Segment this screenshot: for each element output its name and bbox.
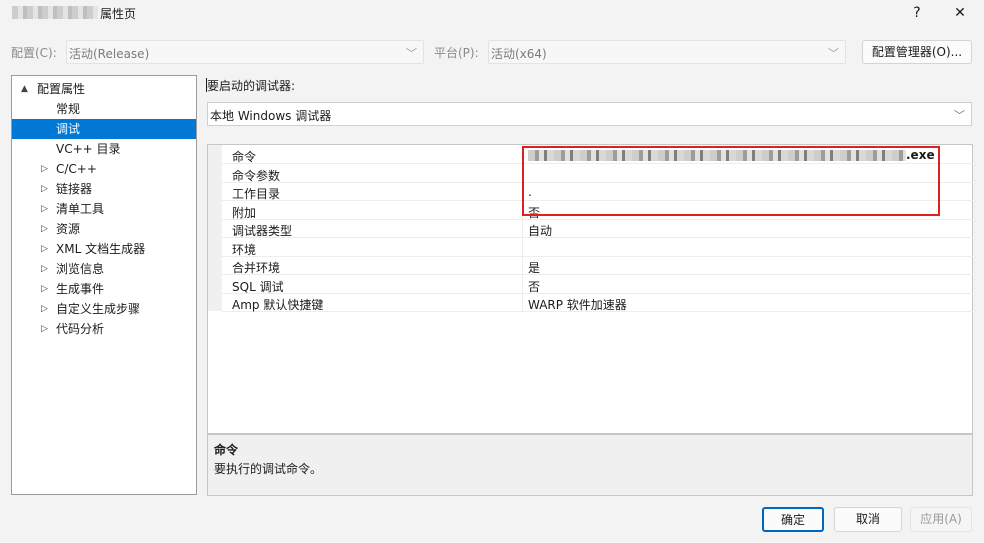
collapsed-arrow-icon[interactable]: ▷ <box>41 159 48 179</box>
property-name: 命令参数 <box>232 168 281 183</box>
platform-select-value: 活动(x64) <box>491 47 547 61</box>
property-row[interactable]: Amp 默认快捷键 WARP 软件加速器 <box>222 294 973 312</box>
tree-item-label: XML 文档生成器 <box>56 242 146 256</box>
title-bar: 属性页 ? ✕ <box>0 0 984 26</box>
apply-button[interactable]: 应用(A) <box>910 507 972 532</box>
tree-item[interactable]: 常规 <box>12 99 196 119</box>
close-button[interactable]: ✕ <box>940 2 980 24</box>
tree-root-label: 配置属性 <box>37 82 86 96</box>
property-name: 调试器类型 <box>232 224 293 238</box>
property-value[interactable]: 是 <box>528 259 540 276</box>
tree-item[interactable]: ▷ C/C++ <box>12 159 196 179</box>
tree-item-label: 调试 <box>56 122 81 136</box>
collapsed-arrow-icon[interactable]: ▷ <box>41 179 48 199</box>
collapsed-arrow-icon[interactable]: ▷ <box>41 299 48 319</box>
description-title: 命令 <box>214 443 239 457</box>
debugger-heading: 要启动的调试器: <box>205 78 296 93</box>
property-tree[interactable]: ▲ 配置属性 常规调试 VC++ 目录 ▷ C/C++ ▷ 链接器 ▷ 清单工具 ▷ 资源 ▷ XML… <box>11 75 197 495</box>
property-name: SQL 调试 <box>232 279 284 294</box>
column-divider <box>522 257 523 275</box>
collapsed-arrow-icon[interactable]: ▷ <box>41 219 48 239</box>
column-divider <box>522 238 523 257</box>
collapsed-arrow-icon[interactable]: ▷ <box>41 319 48 339</box>
config-select-value: 活动(Release) <box>69 47 150 61</box>
column-divider <box>522 294 523 312</box>
project-name-redacted <box>12 6 98 19</box>
collapsed-arrow-icon[interactable]: ▷ <box>41 239 48 259</box>
tree-item[interactable]: VC++ 目录 <box>12 139 196 159</box>
configuration-manager-button[interactable]: 配置管理器(O)... <box>862 40 972 64</box>
tree-item[interactable]: ▷ 代码分析 <box>12 319 196 339</box>
debugger-select-value: 本地 Windows 调试器 <box>210 109 332 123</box>
debugger-select[interactable]: 本地 Windows 调试器 ﹀ <box>207 102 972 126</box>
tree-item[interactable]: ▷ 浏览信息 <box>12 259 196 279</box>
config-select[interactable]: 活动(Release) ﹀ <box>66 40 424 64</box>
property-name: 环境 <box>232 242 257 257</box>
tree-item-label: 清单工具 <box>56 202 105 216</box>
platform-select[interactable]: 活动(x64) ﹀ <box>488 40 846 64</box>
tree-item-label: 链接器 <box>56 182 93 196</box>
tree-item[interactable]: ▷ 自定义生成步骤 <box>12 299 196 319</box>
property-row[interactable]: 调试器类型 自动 <box>222 220 973 238</box>
tree-item[interactable]: ▷ 清单工具 <box>12 199 196 219</box>
grid-gutter <box>208 145 222 311</box>
config-label: 配置(C): <box>11 46 57 60</box>
tree-item[interactable]: ▷ 链接器 <box>12 179 196 199</box>
tree-item[interactable]: 调试 <box>12 119 196 139</box>
column-divider <box>522 220 523 238</box>
tree-item-label: C/C++ <box>56 162 97 176</box>
tree-item-label: 浏览信息 <box>56 262 105 276</box>
chevron-down-icon: ﹀ <box>406 47 417 60</box>
highlight-box <box>522 146 940 216</box>
property-name: 附加 <box>232 205 257 220</box>
tree-item-label: 自定义生成步骤 <box>56 302 141 316</box>
property-name: 合并环境 <box>232 261 281 275</box>
property-row[interactable]: 合并环境 是 <box>222 257 973 275</box>
property-name: Amp 默认快捷键 <box>232 298 324 312</box>
tree-item-label: VC++ 目录 <box>56 142 121 156</box>
tree-root-config-properties[interactable]: ▲ 配置属性 <box>12 79 196 99</box>
property-value[interactable]: WARP 软件加速器 <box>528 296 627 313</box>
tree-item-label: 常规 <box>56 102 81 116</box>
cancel-button[interactable]: 取消 <box>834 507 902 532</box>
help-button[interactable]: ? <box>897 2 937 24</box>
property-name: 命令 <box>232 150 257 164</box>
property-value[interactable]: 自动 <box>528 222 552 239</box>
chevron-down-icon: ﹀ <box>954 109 965 122</box>
collapsed-arrow-icon[interactable]: ▷ <box>41 279 48 299</box>
tree-item-label: 资源 <box>56 222 81 236</box>
window-title: 属性页 <box>100 7 137 21</box>
tree-item[interactable]: ▷ 资源 <box>12 219 196 239</box>
column-divider <box>522 275 523 294</box>
description-text: 要执行的调试命令。 <box>214 462 323 476</box>
tree-item-label: 生成事件 <box>56 282 105 296</box>
tree-item-label: 代码分析 <box>56 322 105 336</box>
ok-button[interactable]: 确定 <box>762 507 824 532</box>
description-panel: 命令 要执行的调试命令。 <box>207 434 973 496</box>
tree-item[interactable]: ▷ 生成事件 <box>12 279 196 299</box>
collapsed-arrow-icon[interactable]: ▷ <box>41 259 48 279</box>
expanded-arrow-icon[interactable]: ▲ <box>21 79 28 99</box>
platform-label: 平台(P): <box>434 46 479 60</box>
chevron-down-icon: ﹀ <box>828 47 839 60</box>
property-value[interactable]: 否 <box>528 278 540 295</box>
property-name: 工作目录 <box>232 187 281 201</box>
property-row[interactable]: SQL 调试 否 <box>222 275 973 295</box>
collapsed-arrow-icon[interactable]: ▷ <box>41 199 48 219</box>
tree-item[interactable]: ▷ XML 文档生成器 <box>12 239 196 259</box>
property-row[interactable]: 环境 <box>222 238 973 257</box>
